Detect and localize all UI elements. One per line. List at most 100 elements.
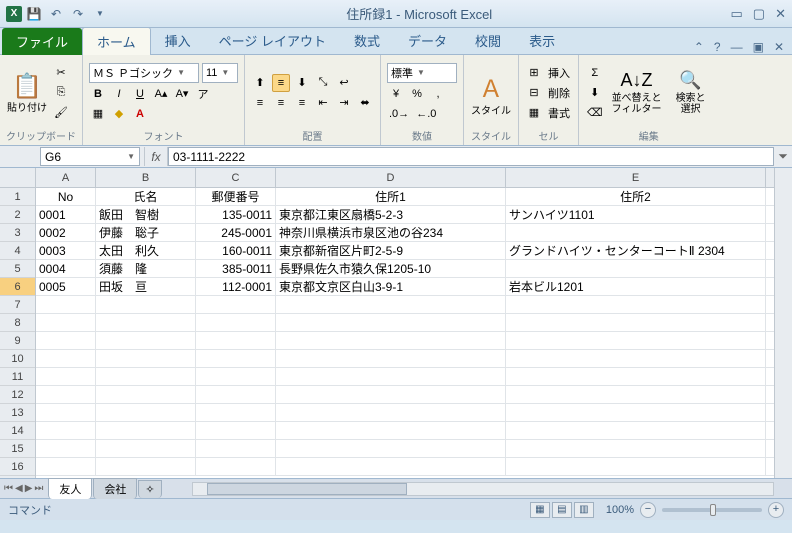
align-top-icon[interactable]: ⬆ bbox=[251, 74, 269, 92]
row-header[interactable]: 2 bbox=[0, 206, 35, 224]
increase-decimal-icon[interactable]: .0→ bbox=[387, 105, 411, 123]
cell[interactable] bbox=[196, 296, 276, 313]
column-header[interactable]: E bbox=[506, 168, 766, 187]
cell[interactable] bbox=[96, 296, 196, 313]
percent-icon[interactable]: % bbox=[408, 85, 426, 103]
wrap-text-icon[interactable]: ↩ bbox=[335, 74, 353, 92]
ribbon-minimize-icon[interactable]: ⌃ bbox=[694, 40, 704, 54]
clear-icon[interactable]: ⌫ bbox=[585, 104, 605, 122]
cell[interactable] bbox=[96, 458, 196, 475]
cell[interactable]: 太田 利久 bbox=[96, 242, 196, 259]
find-select-button[interactable]: 🔍 検索と 選択 bbox=[669, 63, 713, 123]
cell[interactable]: 東京都江東区扇橋5-2-3 bbox=[276, 206, 506, 223]
cell[interactable]: No bbox=[36, 188, 96, 205]
number-format-combo[interactable]: 標準▼ bbox=[387, 63, 457, 83]
cell[interactable] bbox=[276, 368, 506, 385]
cell[interactable]: 0004 bbox=[36, 260, 96, 277]
cell[interactable]: 135-0011 bbox=[196, 206, 276, 223]
row-header[interactable]: 7 bbox=[0, 296, 35, 314]
tab-5[interactable]: 校閲 bbox=[461, 27, 515, 55]
fill-color-icon[interactable]: ◆ bbox=[110, 105, 128, 123]
cell[interactable]: 郵便番号 bbox=[196, 188, 276, 205]
cell[interactable] bbox=[96, 314, 196, 331]
cell[interactable] bbox=[36, 368, 96, 385]
cell[interactable] bbox=[276, 314, 506, 331]
decrease-font-icon[interactable]: A▾ bbox=[173, 85, 191, 103]
accounting-icon[interactable]: ¥ bbox=[387, 85, 405, 103]
delete-cells-button[interactable]: 削除 bbox=[546, 84, 572, 102]
cell[interactable] bbox=[196, 314, 276, 331]
cell[interactable]: 神奈川県横浜市泉区池の谷234 bbox=[276, 224, 506, 241]
cell[interactable] bbox=[36, 332, 96, 349]
fx-button[interactable]: fx bbox=[144, 147, 168, 166]
select-all-corner[interactable] bbox=[0, 168, 35, 188]
insert-cells-button[interactable]: 挿入 bbox=[546, 64, 572, 82]
cell[interactable] bbox=[506, 458, 766, 475]
cell[interactable]: 長野県佐久市猿久保1205-10 bbox=[276, 260, 506, 277]
row-header[interactable]: 5 bbox=[0, 260, 35, 278]
new-sheet-button[interactable]: ✧ bbox=[138, 480, 161, 498]
cell[interactable] bbox=[506, 296, 766, 313]
cell[interactable]: 385-0011 bbox=[196, 260, 276, 277]
tab-3[interactable]: 数式 bbox=[340, 27, 394, 55]
column-header[interactable]: B bbox=[96, 168, 196, 187]
increase-indent-icon[interactable]: ⇥ bbox=[335, 94, 353, 112]
cell[interactable]: 伊藤 聡子 bbox=[96, 224, 196, 241]
cell[interactable] bbox=[196, 350, 276, 367]
cell[interactable] bbox=[506, 332, 766, 349]
font-size-combo[interactable]: 11▼ bbox=[202, 63, 238, 83]
cell[interactable] bbox=[36, 440, 96, 457]
cell[interactable] bbox=[96, 422, 196, 439]
cell[interactable] bbox=[506, 260, 766, 277]
column-header[interactable]: C bbox=[196, 168, 276, 187]
cell[interactable]: 岩本ビル1201 bbox=[506, 278, 766, 295]
save-icon[interactable]: 💾 bbox=[26, 6, 42, 22]
cell[interactable] bbox=[506, 422, 766, 439]
cell[interactable] bbox=[506, 386, 766, 403]
formula-input[interactable]: 03-1111-2222 bbox=[168, 147, 774, 166]
cell[interactable]: 須藤 隆 bbox=[96, 260, 196, 277]
font-color-icon[interactable]: A bbox=[131, 105, 149, 123]
column-header[interactable]: D bbox=[276, 168, 506, 187]
cell[interactable] bbox=[196, 404, 276, 421]
tab-file[interactable]: ファイル bbox=[2, 28, 82, 55]
cell[interactable] bbox=[36, 458, 96, 475]
paste-button[interactable]: 📋 貼り付け bbox=[6, 63, 48, 123]
workbook-minimize-icon[interactable]: — bbox=[731, 40, 743, 54]
zoom-out-button[interactable]: − bbox=[640, 502, 656, 518]
cell[interactable] bbox=[276, 440, 506, 457]
cell[interactable]: 0003 bbox=[36, 242, 96, 259]
sheet-nav-prev-icon[interactable]: ◀ bbox=[15, 483, 23, 494]
maximize-button[interactable]: ▢ bbox=[753, 6, 765, 22]
row-header[interactable]: 8 bbox=[0, 314, 35, 332]
cell[interactable] bbox=[506, 404, 766, 421]
cell[interactable] bbox=[506, 368, 766, 385]
row-header[interactable]: 9 bbox=[0, 332, 35, 350]
zoom-slider[interactable] bbox=[662, 508, 762, 512]
cell[interactable]: サンハイツ1101 bbox=[506, 206, 766, 223]
cell[interactable] bbox=[36, 386, 96, 403]
normal-view-icon[interactable]: ▦ bbox=[530, 502, 550, 518]
cell[interactable] bbox=[276, 386, 506, 403]
row-header[interactable]: 12 bbox=[0, 386, 35, 404]
cell[interactable]: グランドハイツ・センターコートⅡ 2304 bbox=[506, 242, 766, 259]
cell[interactable]: 0002 bbox=[36, 224, 96, 241]
qat-dropdown-icon[interactable]: ▼ bbox=[92, 6, 108, 22]
cell[interactable] bbox=[96, 440, 196, 457]
align-right-icon[interactable]: ≡ bbox=[293, 94, 311, 112]
align-left-icon[interactable]: ≡ bbox=[251, 94, 269, 112]
zoom-level[interactable]: 100% bbox=[606, 504, 634, 516]
cell[interactable] bbox=[36, 314, 96, 331]
cell[interactable] bbox=[276, 296, 506, 313]
cell[interactable] bbox=[36, 404, 96, 421]
comma-icon[interactable]: , bbox=[429, 85, 447, 103]
redo-icon[interactable]: ↷ bbox=[70, 6, 86, 22]
cell[interactable]: 112-0001 bbox=[196, 278, 276, 295]
cell[interactable] bbox=[276, 404, 506, 421]
sheet-tab[interactable]: 会社 bbox=[93, 478, 137, 499]
autosum-icon[interactable]: Σ bbox=[585, 64, 605, 82]
row-header[interactable]: 11 bbox=[0, 368, 35, 386]
page-break-view-icon[interactable]: ▥ bbox=[574, 502, 594, 518]
tab-1[interactable]: 挿入 bbox=[151, 27, 205, 55]
underline-button[interactable]: U bbox=[131, 85, 149, 103]
